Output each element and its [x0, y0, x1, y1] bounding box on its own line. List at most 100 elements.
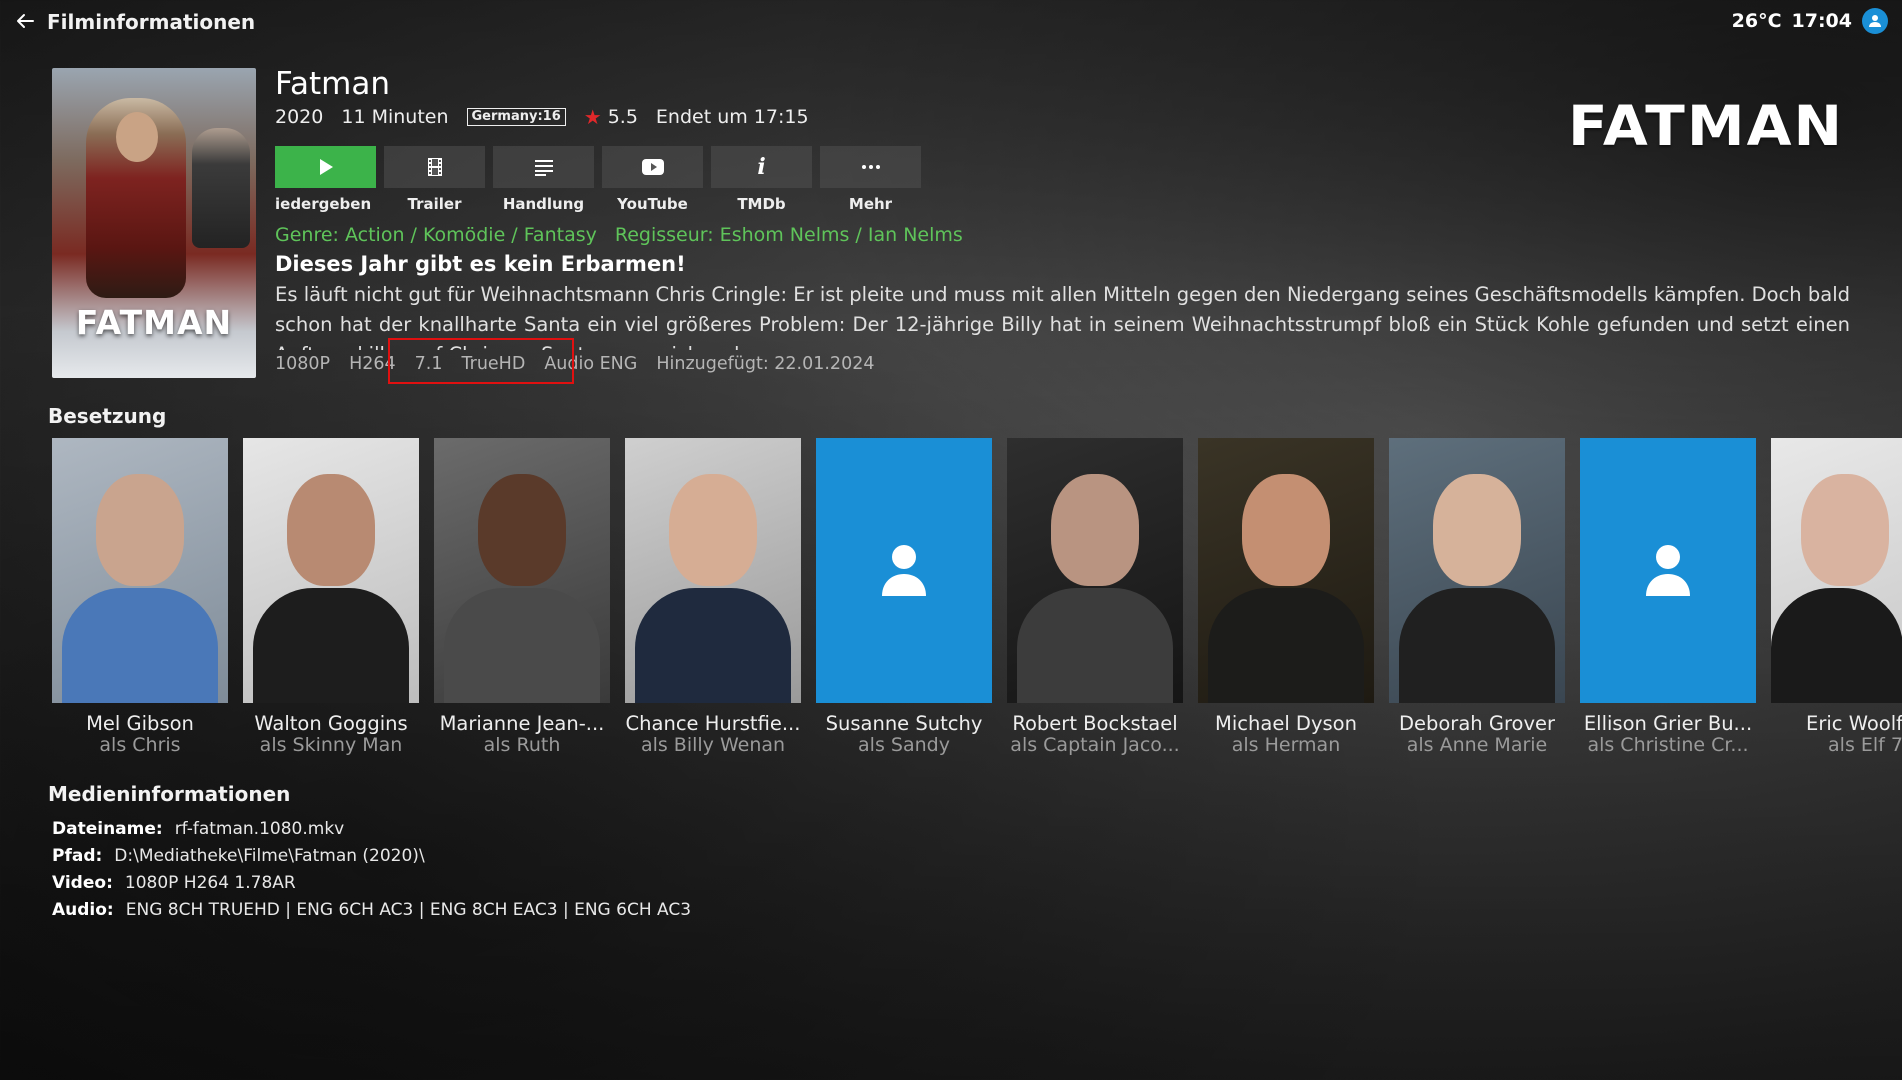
cast-photo-body: [635, 588, 791, 703]
cast-section-title: Besetzung: [48, 404, 167, 428]
cast-member[interactable]: Walton Goggins als Skinny Man: [243, 438, 419, 755]
cast-photo-body: [1208, 588, 1364, 703]
ends-at: Endet um 17:15: [655, 106, 809, 128]
back-arrow-icon[interactable]: [14, 10, 36, 32]
tagline: Dieses Jahr gibt es kein Erbarmen!: [275, 252, 686, 276]
plot-button[interactable]: Handlung: [493, 146, 594, 213]
cast-name: Susanne Sutchy: [825, 712, 983, 735]
star-icon: ★: [583, 105, 602, 129]
cast-role: als Skinny Man: [259, 735, 403, 755]
info-icon: i: [757, 154, 766, 180]
poster-face: [116, 112, 158, 162]
cast-member[interactable]: Eric Woolf als Elf 7: [1771, 438, 1902, 755]
cast-member[interactable]: Susanne Sutchy als Sandy: [816, 438, 992, 755]
cast-photo-body: [62, 588, 218, 703]
person-placeholder-icon: [882, 545, 926, 596]
media-row-audio: Audio: ENG 8CH TRUEHD | ENG 6CH AC3 | EN…: [52, 897, 691, 924]
youtube-button-label: YouTube: [617, 195, 688, 213]
media-row-video: Video: 1080P H264 1.78AR: [52, 870, 691, 897]
movie-poster[interactable]: FATMAN: [52, 68, 256, 378]
person-placeholder-icon: [1646, 545, 1690, 596]
play-icon: [319, 159, 333, 175]
cast-member[interactable]: Michael Dyson als Herman: [1198, 438, 1374, 755]
media-value: 1080P H264 1.78AR: [124, 873, 296, 893]
director-text: Regisseur: Eshom Nelms / Ian Nelms: [614, 224, 963, 246]
movie-clearlogo: FATMAN: [1567, 93, 1844, 159]
genre-text: Genre: Action / Komödie / Fantasy: [275, 224, 597, 246]
tmdb-button-face: i: [711, 146, 812, 188]
play-button[interactable]: iedergeben |: [275, 146, 376, 213]
cast-photo-head: [478, 474, 566, 586]
cast-role: als Sandy: [858, 735, 950, 755]
youtube-button-face: [602, 146, 703, 188]
media-value: rf-fatman.1080.mkv: [174, 819, 345, 839]
cast-photo: [243, 438, 419, 703]
cast-name: Eric Woolf: [1806, 712, 1902, 735]
more-button[interactable]: Mehr: [820, 146, 921, 213]
cast-name: Michael Dyson: [1215, 712, 1357, 735]
cast-member[interactable]: Chance Hurstfie... als Billy Wenan: [625, 438, 801, 755]
cast-photo: [625, 438, 801, 703]
cast-name: Marianne Jean-...: [439, 712, 605, 735]
cast-role: als Christine Cr...: [1587, 735, 1749, 755]
cast-photo-head: [96, 474, 184, 586]
cast-role: als Herman: [1231, 735, 1341, 755]
cast-photo-body: [444, 588, 600, 703]
cast-photo-body: [1399, 588, 1555, 703]
cast-name: Mel Gibson: [86, 712, 194, 735]
cast-list: Mel Gibson als Chris Walton Goggins als …: [52, 438, 1902, 755]
tech-resolution: 1080P: [275, 354, 331, 374]
tmdb-button-label: TMDb: [737, 195, 786, 213]
trailer-button-face: [384, 146, 485, 188]
media-value: D:\Mediatheke\Filme\Fatman (2020)\: [114, 846, 425, 866]
media-info-list: Dateiname: rf-fatman.1080.mkv Pfad: D:\M…: [52, 816, 691, 924]
media-value: ENG 8CH TRUEHD | ENG 6CH AC3 | ENG 8CH E…: [125, 900, 692, 920]
list-icon: [534, 160, 553, 176]
cast-role: als Elf 7: [1828, 735, 1902, 755]
movie-duration: 11 Minuten: [341, 106, 449, 128]
movie-meta-row: 2020 11 Minuten Germany:16 ★ 5.5 Endet u…: [275, 106, 809, 128]
cast-member[interactable]: Ellison Grier Bu... als Christine Cr...: [1580, 438, 1756, 755]
more-button-label: Mehr: [848, 195, 893, 213]
cast-member[interactable]: Mel Gibson als Chris: [52, 438, 228, 755]
user-profile-icon[interactable]: [1862, 8, 1888, 34]
cast-member[interactable]: Deborah Grover als Anne Marie: [1389, 438, 1565, 755]
youtube-button[interactable]: YouTube: [602, 146, 703, 213]
cast-photo: [1007, 438, 1183, 703]
cast-name: Ellison Grier Bu...: [1583, 712, 1753, 735]
page-title: Filminformationen: [47, 10, 256, 34]
cast-photo-head: [669, 474, 757, 586]
cast-member[interactable]: Robert Bockstael als Captain Jaco...: [1007, 438, 1183, 755]
movie-title: Fatman: [275, 66, 390, 102]
cast-photo: [434, 438, 610, 703]
plot-button-label: Handlung: [502, 195, 585, 213]
tmdb-button[interactable]: i TMDb: [711, 146, 812, 213]
cast-member[interactable]: Marianne Jean-... als Ruth: [434, 438, 610, 755]
film-icon: [427, 158, 442, 176]
cast-photo-head: [1242, 474, 1330, 586]
cast-role: als Chris: [99, 735, 181, 755]
media-key: Audio:: [52, 900, 114, 920]
cast-photo: [1771, 438, 1902, 703]
trailer-button[interactable]: Trailer: [384, 146, 485, 213]
rating-value: 5.5: [607, 106, 638, 128]
media-key: Pfad:: [52, 846, 103, 866]
status-area: 26°C 17:04: [1732, 8, 1888, 34]
play-button-label: iedergeben |: [275, 195, 376, 213]
cast-role: als Captain Jaco...: [1010, 735, 1180, 755]
cast-role: als Anne Marie: [1406, 735, 1548, 755]
rating: ★ 5.5: [584, 106, 638, 128]
cast-photo: [1198, 438, 1374, 703]
cast-photo-head: [1051, 474, 1139, 586]
tech-date-added: Hinzugefügt: 22.01.2024: [656, 354, 875, 374]
certification-badge: Germany:16: [466, 108, 566, 126]
cast-name: Deborah Grover: [1398, 712, 1556, 735]
cast-name: Chance Hurstfie...: [625, 712, 801, 735]
media-row-filename: Dateiname: rf-fatman.1080.mkv: [52, 816, 691, 843]
action-buttons: iedergeben | Trailer Handlung YouTube i …: [275, 146, 921, 213]
genre-director-row: Genre: Action / Komödie / Fantasy Regiss…: [275, 224, 963, 246]
highlight-annotation-box: [388, 338, 574, 384]
cast-photo: [52, 438, 228, 703]
cast-photo-placeholder: [816, 438, 992, 703]
movie-year: 2020: [275, 106, 324, 128]
